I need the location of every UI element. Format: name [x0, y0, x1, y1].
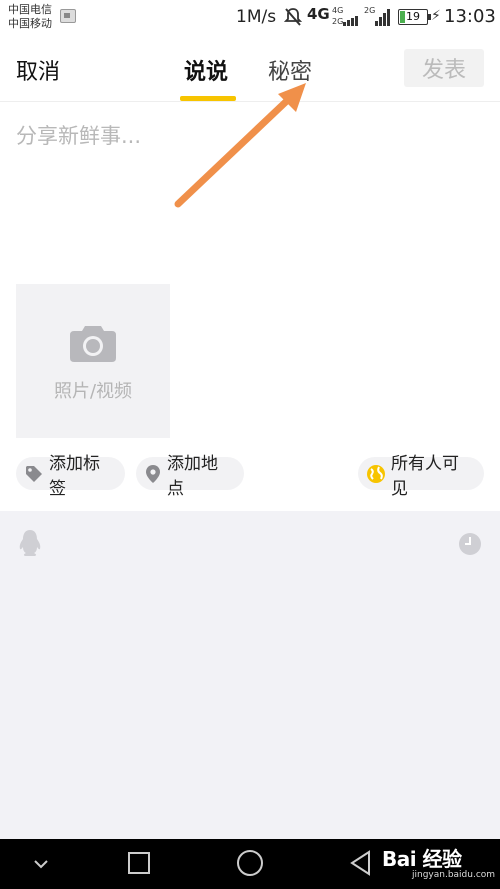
navigation-bar: Bai 经验 jingyan.baidu.com: [0, 839, 500, 889]
tab-secret[interactable]: 秘密: [268, 54, 312, 86]
globe-icon: [367, 464, 385, 483]
signal-1-label: 4G: [332, 6, 344, 15]
add-location-label: 添加地点: [167, 453, 218, 499]
tab-shuoshuo[interactable]: 说说: [184, 54, 228, 86]
charging-icon: ⚡: [431, 8, 441, 24]
signal-strength-2: 2G: [364, 6, 390, 28]
circle-icon: [237, 849, 263, 876]
visibility-label: 所有人可见: [391, 453, 459, 499]
chevron-down-icon: [34, 859, 48, 868]
signal-3-label: 2G: [364, 6, 376, 15]
watermark-main: Bai 经验: [382, 847, 462, 871]
photo-video-label: 照片/视频: [53, 381, 133, 402]
signal-bars-icon: [375, 9, 390, 26]
lower-panel: [0, 511, 500, 839]
penguin-icon[interactable]: [18, 529, 42, 557]
signal-2-label: 2G: [332, 17, 344, 26]
recent-apps-button[interactable]: [124, 839, 154, 889]
carrier-2: 中国移动: [8, 17, 52, 30]
watermark: Bai 经验 jingyan.baidu.com: [382, 843, 500, 880]
hide-navbar-button[interactable]: [26, 839, 56, 889]
status-bar: 中国电信 中国移动 1M/s 4G 4G 2G 2G 19 ⚡ 13:03: [0, 0, 500, 36]
publish-button[interactable]: 发表: [404, 49, 484, 87]
square-icon: [128, 851, 150, 874]
triangle-back-icon: [350, 849, 370, 876]
camera-icon: [70, 326, 116, 362]
signal-strength-1: 4G 2G: [332, 6, 358, 28]
visibility-chip[interactable]: 所有人可见: [358, 454, 484, 499]
add-photo-video-button[interactable]: 照片/视频: [16, 284, 170, 438]
status-time: 13:03: [444, 6, 496, 27]
location-pin-icon: [146, 464, 160, 483]
tag-icon: [26, 465, 42, 482]
battery-level: 19: [406, 10, 420, 23]
back-button[interactable]: [344, 839, 378, 889]
watermark-sub: jingyan.baidu.com: [412, 870, 496, 880]
add-tag-chip[interactable]: 添加标签: [16, 454, 125, 499]
add-tag-label: 添加标签: [49, 453, 100, 499]
cancel-button[interactable]: 取消: [16, 54, 60, 86]
signal-bars-icon: [343, 16, 358, 26]
carrier-1: 中国电信: [8, 3, 52, 16]
network-speed: 1M/s: [236, 7, 277, 27]
active-tab-indicator: [180, 96, 236, 101]
home-button[interactable]: [232, 839, 268, 889]
add-location-chip[interactable]: 添加地点: [136, 454, 244, 499]
battery-icon: 19: [398, 9, 431, 25]
image-notification-icon: [60, 9, 76, 23]
mute-icon: [283, 7, 303, 32]
carrier-info: 中国电信 中国移动: [8, 3, 52, 31]
network-type: 4G: [307, 5, 330, 23]
clock-icon[interactable]: [458, 532, 482, 556]
compose-input[interactable]: [16, 120, 484, 250]
compose-header: 取消 说说 秘密 发表: [0, 36, 500, 102]
